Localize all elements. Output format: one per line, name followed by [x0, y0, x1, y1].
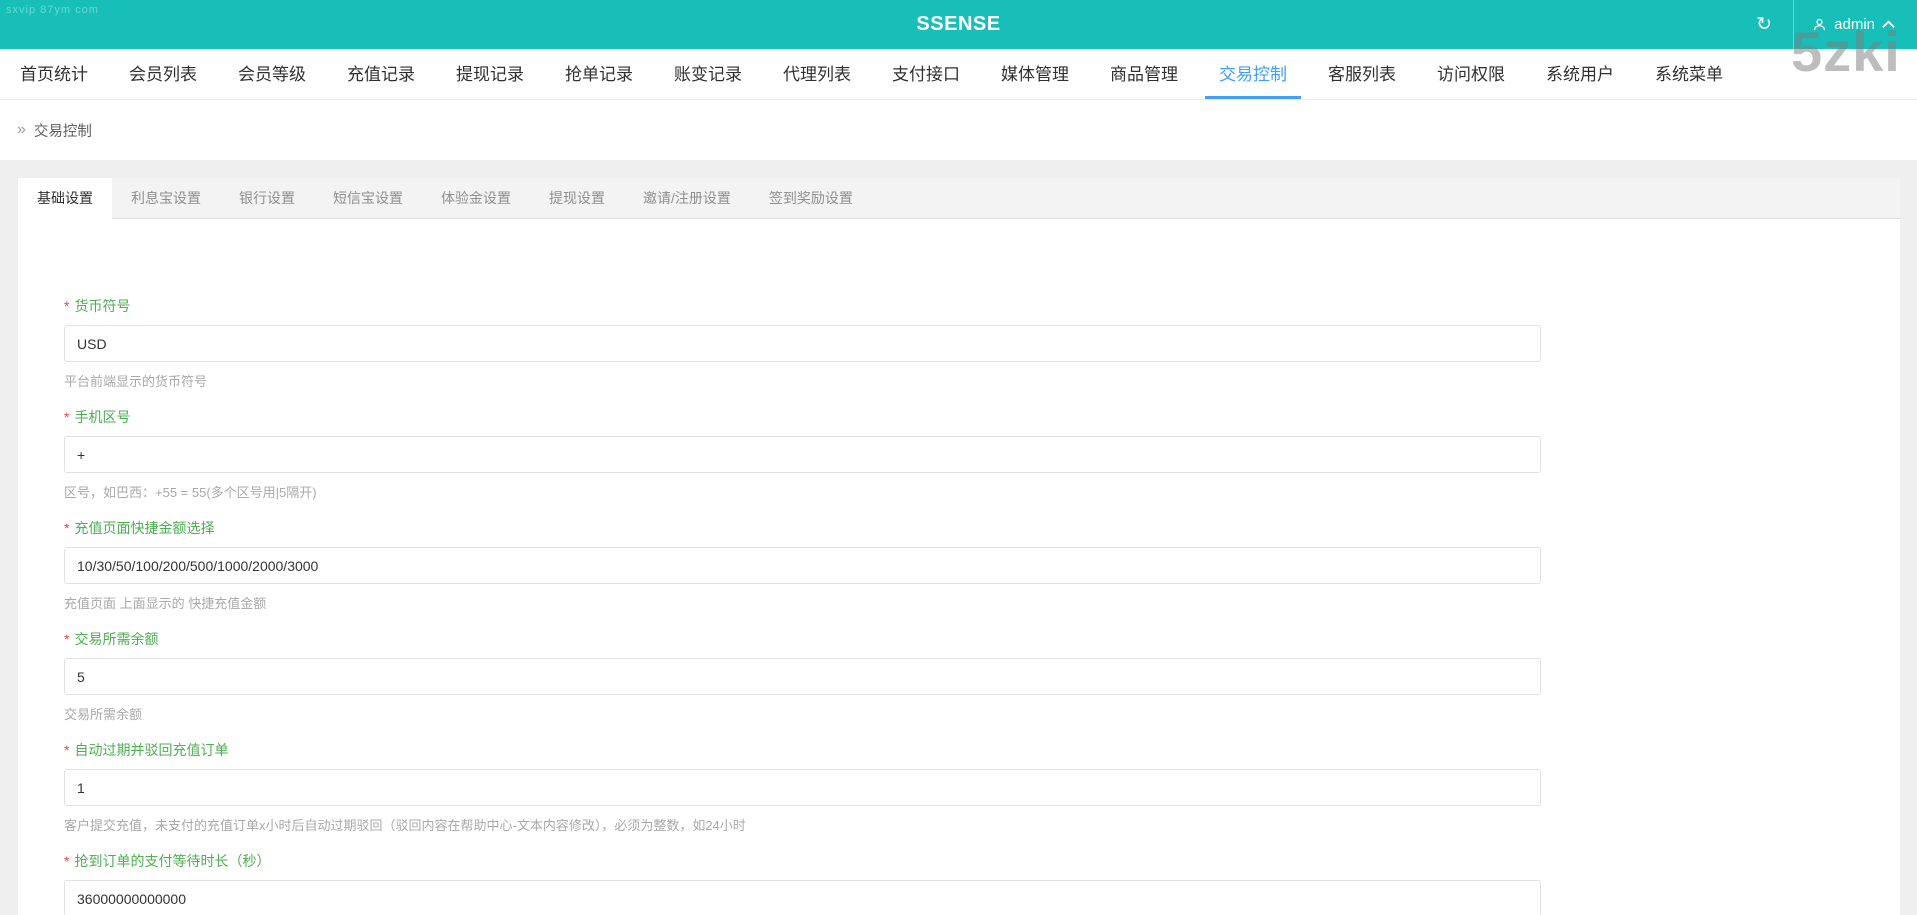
tab-4[interactable]: 体验金设置	[422, 178, 530, 218]
required-asterisk: *	[64, 298, 69, 314]
nav-item-1[interactable]: 会员列表	[115, 49, 211, 99]
field-label: * 抢到订单的支付等待时长（秒）	[64, 851, 1854, 871]
field-input[interactable]	[64, 436, 1541, 473]
user-icon	[1812, 17, 1827, 32]
field-label: * 货币符号	[64, 296, 1854, 316]
field-group: * 充值页面快捷金额选择充值页面 上面显示的 快捷充值金额	[64, 518, 1854, 612]
field-group: * 货币符号平台前端显示的货币符号	[64, 296, 1854, 390]
tab-1[interactable]: 利息宝设置	[112, 178, 220, 218]
tab-0[interactable]: 基础设置	[18, 178, 112, 219]
field-label: * 手机区号	[64, 407, 1854, 427]
field-label: * 交易所需余额	[64, 629, 1854, 649]
required-asterisk: *	[64, 631, 69, 647]
settings-form: * 货币符号平台前端显示的货币符号 * 手机区号区号，如巴西：+55 = 55(多个区…	[64, 296, 1854, 915]
main-nav: 首页统计会员列表会员等级充值记录提现记录抢单记录账变记录代理列表支付接口媒体管理…	[0, 49, 1917, 100]
breadcrumb: 交易控制	[34, 120, 92, 141]
nav-item-3[interactable]: 充值记录	[333, 49, 429, 99]
nav-item-0[interactable]: 首页统计	[6, 49, 102, 99]
breadcrumb-icon: »	[17, 121, 26, 139]
field-label: * 自动过期并驳回充值订单	[64, 740, 1854, 760]
field-group: *交易所需余额交易所需余额	[64, 629, 1854, 723]
app-title: SSENSE	[0, 0, 1917, 49]
refresh-button[interactable]: ↻	[1735, 0, 1793, 49]
field-help: 客户提交充值，未支付的充值订单x小时后自动过期驳回（驳回内容在帮助中心-文本内容…	[64, 815, 1854, 834]
tab-content: * 货币符号平台前端显示的货币符号 * 手机区号区号，如巴西：+55 = 55(多个区…	[18, 219, 1900, 915]
settings-card: 基础设置利息宝设置银行设置短信宝设置体验金设置提现设置邀请/注册设置签到奖励设置…	[18, 178, 1900, 915]
nav-item-2[interactable]: 会员等级	[224, 49, 320, 99]
nav-item-5[interactable]: 抢单记录	[551, 49, 647, 99]
field-input[interactable]	[64, 880, 1541, 915]
field-label-text: 交易所需余额	[74, 631, 158, 647]
required-asterisk: *	[64, 742, 69, 758]
field-help: 平台前端显示的货币符号	[64, 371, 1854, 390]
field-input[interactable]	[64, 769, 1541, 806]
required-asterisk: *	[64, 409, 69, 425]
nav-item-15[interactable]: 系统菜单	[1641, 49, 1737, 99]
field-label-text: 自动过期并驳回充值订单	[74, 742, 228, 758]
breadcrumb-row: » 交易控制	[0, 100, 1917, 160]
field-help: 交易所需余额	[64, 704, 1854, 723]
user-name: admin	[1834, 16, 1875, 33]
field-input[interactable]	[64, 325, 1541, 362]
chevron-up-icon	[1882, 20, 1895, 29]
field-label-text: 手机区号	[74, 409, 130, 425]
user-menu-button[interactable]: admin	[1794, 0, 1917, 49]
nav-item-6[interactable]: 账变记录	[660, 49, 756, 99]
field-input[interactable]	[64, 547, 1541, 584]
app-root: sxvip 87ym com SSENSE ↻ admin	[0, 0, 1917, 915]
field-input[interactable]	[64, 658, 1541, 695]
field-label: * 充值页面快捷金额选择	[64, 518, 1854, 538]
field-label-text: 充值页面快捷金额选择	[74, 520, 214, 536]
tab-2[interactable]: 银行设置	[220, 178, 314, 218]
field-group: *抢到订单的支付等待时长（秒）订单支付等待时长，匹配订单后未在此时间内完成支付提…	[64, 851, 1854, 915]
nav-item-7[interactable]: 代理列表	[769, 49, 865, 99]
nav-item-9[interactable]: 媒体管理	[987, 49, 1083, 99]
tab-7[interactable]: 签到奖励设置	[750, 178, 872, 218]
field-label-text: 货币符号	[74, 298, 130, 314]
field-label-text: 抢到订单的支付等待时长（秒）	[74, 853, 270, 869]
field-group: * 自动过期并驳回充值订单客户提交充值，未支付的充值订单x小时后自动过期驳回（驳回…	[64, 740, 1854, 834]
nav-item-12[interactable]: 客服列表	[1314, 49, 1410, 99]
refresh-icon: ↻	[1756, 13, 1772, 36]
settings-tabs: 基础设置利息宝设置银行设置短信宝设置体验金设置提现设置邀请/注册设置签到奖励设置	[18, 178, 1900, 219]
tab-3[interactable]: 短信宝设置	[314, 178, 422, 218]
nav-item-4[interactable]: 提现记录	[442, 49, 538, 99]
nav-item-13[interactable]: 访问权限	[1423, 49, 1519, 99]
tab-5[interactable]: 提现设置	[530, 178, 624, 218]
tab-6[interactable]: 邀请/注册设置	[624, 178, 750, 218]
field-group: * 手机区号区号，如巴西：+55 = 55(多个区号用|5隔开)	[64, 407, 1854, 501]
nav-item-11[interactable]: 交易控制	[1205, 49, 1301, 99]
nav-item-8[interactable]: 支付接口	[878, 49, 974, 99]
page-body: 基础设置利息宝设置银行设置短信宝设置体验金设置提现设置邀请/注册设置签到奖励设置…	[0, 160, 1917, 915]
header-actions: ↻ admin	[1735, 0, 1917, 49]
nav-item-14[interactable]: 系统用户	[1532, 49, 1628, 99]
field-help: 区号，如巴西：+55 = 55(多个区号用|5隔开)	[64, 482, 1854, 501]
required-asterisk: *	[64, 520, 69, 536]
top-header: sxvip 87ym com SSENSE ↻ admin	[0, 0, 1917, 49]
required-asterisk: *	[64, 853, 69, 869]
field-help: 充值页面 上面显示的 快捷充值金额	[64, 593, 1854, 612]
nav-item-10[interactable]: 商品管理	[1096, 49, 1192, 99]
